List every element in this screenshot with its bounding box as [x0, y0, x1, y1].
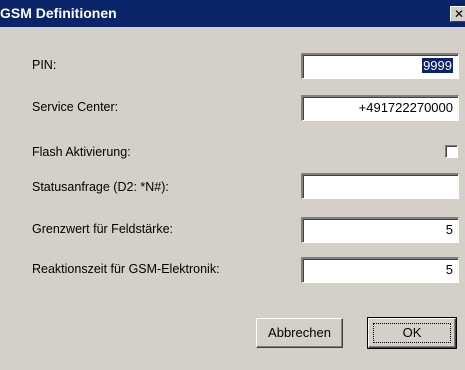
- dialog-title: GSM Definitionen: [0, 5, 117, 21]
- status-request-input[interactable]: [301, 173, 459, 199]
- close-icon: ✕: [454, 7, 465, 21]
- title-bar[interactable]: GSM Definitionen ✕: [0, 0, 465, 27]
- flash-activation-label: Flash Aktivierung:: [32, 145, 131, 159]
- pin-value-selected: 9999: [422, 58, 453, 73]
- ok-button[interactable]: OK: [367, 317, 457, 349]
- service-center-label: Service Center:: [32, 100, 119, 114]
- gsm-dialog: GSM Definitionen ✕ PIN: 9999 Service Cen…: [0, 0, 465, 370]
- pin-label: PIN:: [32, 58, 57, 72]
- cancel-button[interactable]: Abbrechen: [256, 318, 343, 348]
- ok-button-label: OK: [402, 325, 422, 340]
- reaction-time-label: Reaktionszeit für GSM-Elektronik:: [32, 262, 220, 276]
- pin-input[interactable]: 9999: [301, 53, 459, 79]
- status-request-label: Statusanfrage (D2: *N#):: [32, 180, 169, 194]
- reaction-time-input[interactable]: 5: [301, 257, 459, 283]
- close-button[interactable]: ✕: [450, 6, 465, 22]
- field-strength-label: Grenzwert für Feldstärke:: [32, 222, 174, 236]
- field-strength-input[interactable]: 5: [301, 217, 459, 243]
- service-center-input[interactable]: +491722270000: [301, 95, 459, 121]
- flash-activation-checkbox[interactable]: [445, 145, 458, 158]
